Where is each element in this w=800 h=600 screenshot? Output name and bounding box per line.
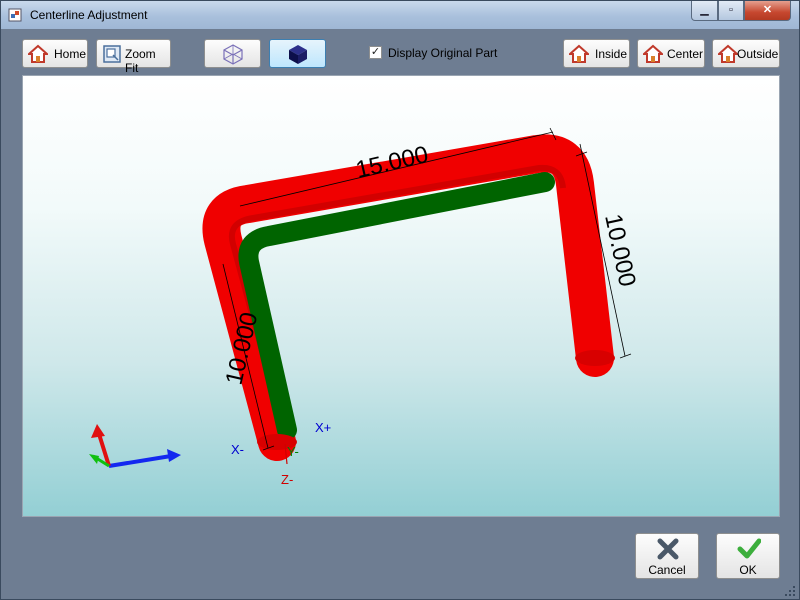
window-title: Centerline Adjustment [30,8,148,22]
outside-button[interactable]: Outside [712,39,780,68]
wireframe-cube-icon [223,44,243,65]
zoom-fit-button-label: Zoom Fit [125,47,156,75]
home-icon [569,44,589,63]
minimize-button[interactable]: ▁ [691,1,718,21]
close-button[interactable]: ✕ [744,1,791,21]
resize-grip-icon[interactable] [784,585,796,597]
maximize-button[interactable]: ▫ [718,1,744,21]
solid-view-button[interactable] [269,39,326,68]
dimension-right: 10.000 [599,212,641,289]
centerline-adjustment-window: Centerline Adjustment ▁ ▫ ✕ Home Zoom Fi… [0,0,800,600]
inside-button-label: Inside [595,47,628,61]
x-minus-label: X- [231,442,244,457]
home-icon [718,44,738,63]
ok-button-label: OK [739,563,757,577]
3d-viewport[interactable]: 15.000 10.000 10.000 X+ X- Y- Z- [22,75,780,517]
y-minus-label: Y- [287,444,299,459]
home-icon [643,44,663,63]
centerline-part [238,172,555,440]
ok-button[interactable]: OK [716,533,780,579]
center-button[interactable]: Center [637,39,705,68]
x-plus-label: X+ [315,420,331,435]
app-icon [8,8,22,22]
z-minus-label: Z- [281,472,293,487]
display-original-part-label: Display Original Part [388,46,498,60]
outside-button-label: Outside [737,47,779,61]
home-icon [28,44,48,63]
axis-triad [89,424,181,468]
display-original-part-checkbox[interactable]: ✓ [369,46,382,59]
home-button[interactable]: Home [22,39,88,68]
home-button-label: Home [54,47,87,61]
zoom-fit-icon [103,45,121,63]
title-bar[interactable]: Centerline Adjustment ▁ ▫ ✕ [1,1,799,29]
cancel-button[interactable]: Cancel [635,533,699,579]
part-render: 15.000 10.000 10.000 X+ X- Y- Z- [89,127,641,487]
wireframe-view-button[interactable] [204,39,261,68]
center-button-label: Center [667,47,704,61]
cancel-button-label: Cancel [648,563,686,577]
solid-cube-icon [289,45,307,64]
close-x-icon [657,538,679,560]
inside-button[interactable]: Inside [563,39,630,68]
checkmark-icon [737,538,761,559]
zoom-fit-button[interactable]: Zoom Fit [96,39,171,75]
tube-end-cap [575,350,615,366]
